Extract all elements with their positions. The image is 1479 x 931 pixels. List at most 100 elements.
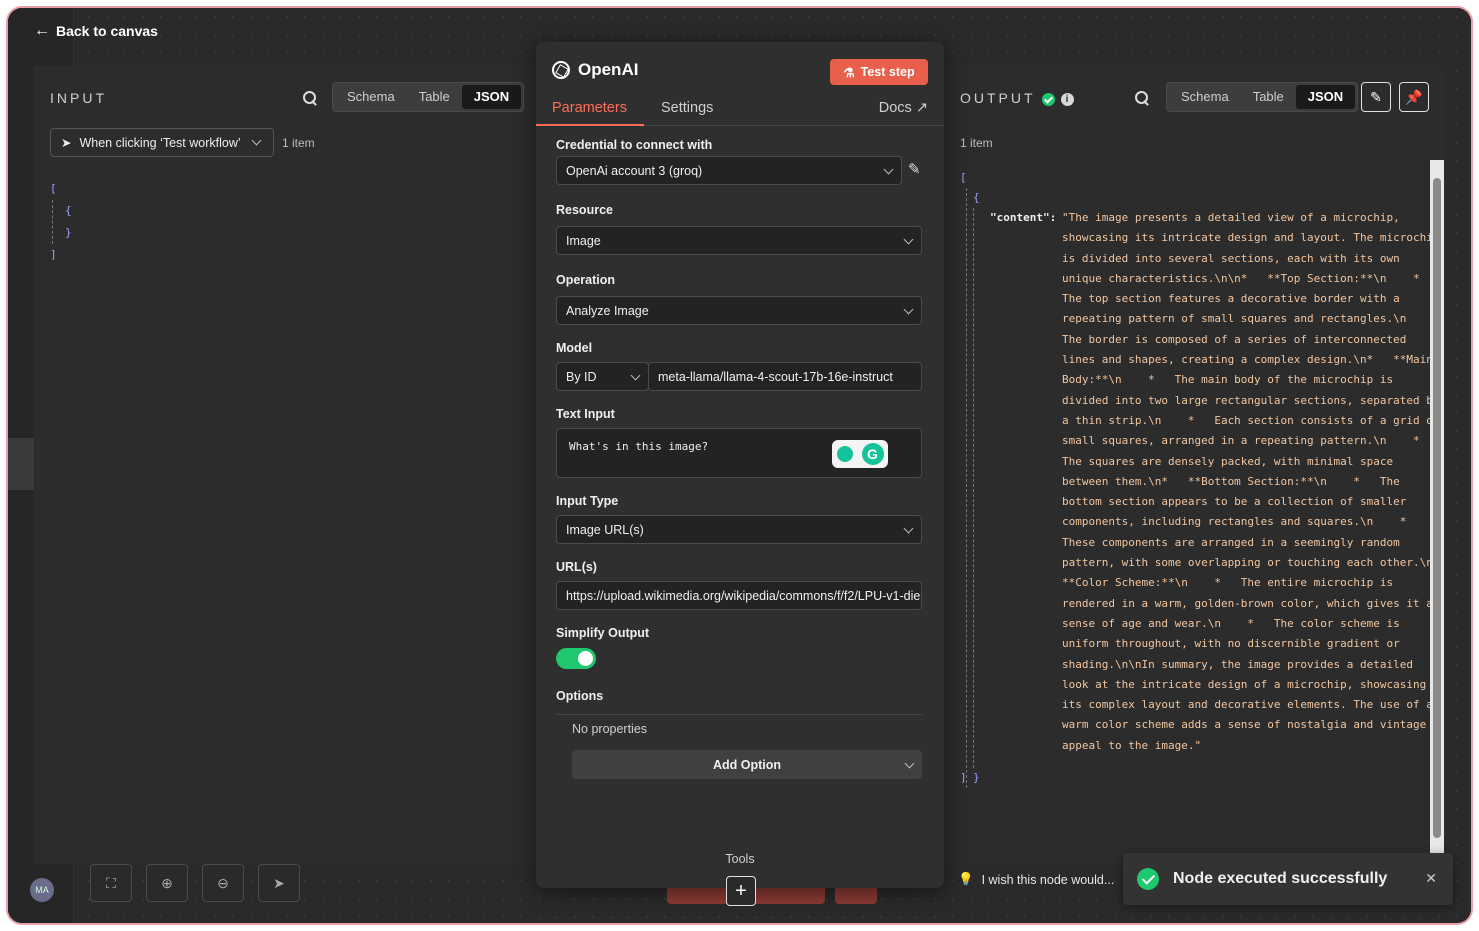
- info-icon[interactable]: i: [1060, 92, 1074, 106]
- output-view-toggle: Schema Table JSON: [1166, 82, 1359, 112]
- search-icon[interactable]: [302, 90, 318, 106]
- tab-schema[interactable]: Schema: [335, 85, 407, 109]
- flask-icon: ⚗: [843, 65, 855, 80]
- chevron-down-icon: [251, 135, 262, 146]
- json-array-body: { "content": "The image presents a detai…: [966, 188, 1440, 788]
- chevron-down-icon: [904, 758, 915, 769]
- avatar[interactable]: MA: [30, 878, 54, 902]
- operation-select[interactable]: Analyze Image: [556, 296, 922, 325]
- model-label: Model: [556, 341, 593, 355]
- zoom-in-icon[interactable]: ⊕: [146, 864, 188, 902]
- edit-credential-pencil-icon[interactable]: ✎: [908, 160, 921, 178]
- docs-link[interactable]: Docs ↗: [879, 100, 928, 116]
- zoom-out-icon[interactable]: ⊖: [202, 864, 244, 902]
- search-icon[interactable]: [1134, 90, 1150, 106]
- json-value-content: "The image presents a detailed view of a…: [1062, 211, 1440, 752]
- feedback-link[interactable]: 💡 I wish this node would...: [958, 872, 1114, 887]
- credential-select[interactable]: OpenAi account 3 (groq): [556, 156, 902, 185]
- resource-label: Resource: [556, 203, 613, 217]
- node-header: OpenAI: [552, 60, 638, 80]
- no-properties-text: No properties: [572, 722, 648, 736]
- model-mode-select[interactable]: By ID: [556, 362, 649, 391]
- model-id-input[interactable]: meta-llama/llama-4-scout-17b-16e-instruc…: [648, 362, 922, 391]
- edit-pencil-icon[interactable]: ✎: [1361, 82, 1391, 112]
- active-tab-indicator: [536, 124, 644, 126]
- node-title[interactable]: OpenAI: [578, 60, 638, 80]
- options-divider: [556, 714, 922, 715]
- urls-label: URL(s): [556, 560, 597, 574]
- success-toast: Node executed successfully ✕: [1123, 853, 1453, 905]
- test-step-button[interactable]: ⚗ Test step: [830, 59, 928, 85]
- output-title: OUTPUT: [960, 90, 1036, 106]
- trigger-node-select[interactable]: ➤ When clicking ‘Test workflow’: [50, 128, 274, 157]
- close-icon[interactable]: ✕: [1425, 870, 1437, 887]
- external-link-icon: ↗: [915, 100, 928, 116]
- json-line: {: [65, 204, 72, 217]
- tab-json[interactable]: JSON: [461, 85, 522, 109]
- json-key-content: "content":: [990, 211, 1057, 224]
- add-tool-plus-icon[interactable]: +: [726, 876, 756, 906]
- tab-parameters[interactable]: Parameters: [552, 100, 627, 116]
- chevron-down-icon: [903, 304, 914, 315]
- arrow-left-icon: ←: [34, 22, 50, 39]
- add-option-label: Add Option: [712, 757, 782, 772]
- input-title: INPUT: [50, 90, 107, 106]
- operation-label: Operation: [556, 273, 616, 287]
- input-item-count: 1 item: [282, 136, 315, 150]
- urls-input[interactable]: https://upload.wikimedia.org/wikipedia/c…: [556, 581, 922, 610]
- credential-value: OpenAi account 3 (groq): [566, 163, 703, 178]
- reset-zoom-icon[interactable]: ➤: [258, 864, 300, 902]
- json-brace-close: }: [973, 771, 980, 784]
- input-type-label: Input Type: [556, 494, 619, 508]
- resource-select[interactable]: Image: [556, 226, 922, 255]
- model-mode-value: By ID: [566, 369, 597, 384]
- output-scrollbar[interactable]: [1430, 160, 1444, 854]
- openai-logo-icon: [552, 61, 570, 79]
- tab-table[interactable]: Table: [1241, 85, 1296, 109]
- canvas-tools: ⛶ ⊕ ⊖ ➤: [90, 864, 300, 902]
- cursor-icon: ➤: [61, 136, 72, 150]
- json-line: ]: [50, 248, 57, 261]
- input-panel: INPUT Schema Table JSON ➤ When clicking …: [34, 66, 544, 864]
- test-step-label: Test step: [860, 65, 915, 79]
- success-check-icon: [1041, 92, 1055, 106]
- add-option-button[interactable]: Add Option: [572, 750, 922, 779]
- node-settings-panel: OpenAI ⚗ Test step Parameters Settings D…: [536, 42, 944, 906]
- tools-label: Tools: [725, 852, 755, 866]
- tab-settings[interactable]: Settings: [661, 100, 713, 116]
- back-label: Back to canvas: [56, 23, 158, 39]
- back-to-canvas-link[interactable]: ← Back to canvas: [34, 22, 158, 40]
- json-bracket-close: ]: [960, 771, 967, 784]
- input-view-toggle: Schema Table JSON: [332, 82, 525, 112]
- json-object-body: "content": "The image presents a detaile…: [973, 208, 1440, 768]
- node-tabs: Parameters Settings Docs ↗: [536, 98, 944, 126]
- simplify-output-label: Simplify Output: [556, 626, 650, 640]
- tab-table[interactable]: Table: [407, 85, 462, 109]
- tab-schema[interactable]: Schema: [1169, 85, 1241, 109]
- chevron-down-icon: [903, 234, 914, 245]
- wish-label: I wish this node would...: [981, 872, 1115, 887]
- input-json: [ { } ]: [50, 178, 72, 266]
- json-line: }: [65, 226, 72, 239]
- pin-icon[interactable]: 📌: [1399, 82, 1429, 112]
- grammarly-widget[interactable]: G: [832, 440, 888, 468]
- toast-message: Node executed successfully: [1173, 870, 1388, 887]
- scrollbar-thumb[interactable]: [1433, 178, 1441, 838]
- input-type-value: Image URL(s): [566, 522, 644, 537]
- json-brace-open: {: [973, 191, 980, 204]
- json-line: [: [50, 182, 57, 195]
- bulb-icon: [836, 446, 853, 462]
- options-label: Options: [556, 689, 604, 703]
- simplify-output-toggle[interactable]: [556, 648, 596, 669]
- output-panel: OUTPUT i Schema Table JSON ✎ 📌 1 item [ {…: [944, 66, 1445, 864]
- tab-json[interactable]: JSON: [1295, 85, 1356, 109]
- lightbulb-icon: 💡: [958, 872, 974, 886]
- credential-label: Credential to connect with: [556, 138, 713, 152]
- json-object: { }: [52, 200, 72, 244]
- app-frame: ← Back to canvas MA ⛶ ⊕ ⊖ ➤ INPUT Schema…: [8, 8, 1471, 923]
- chevron-down-icon: [903, 523, 914, 534]
- input-type-select[interactable]: Image URL(s): [556, 515, 922, 544]
- operation-value: Analyze Image: [566, 303, 649, 318]
- fit-view-icon[interactable]: ⛶: [90, 864, 132, 902]
- output-item-count: 1 item: [960, 136, 993, 150]
